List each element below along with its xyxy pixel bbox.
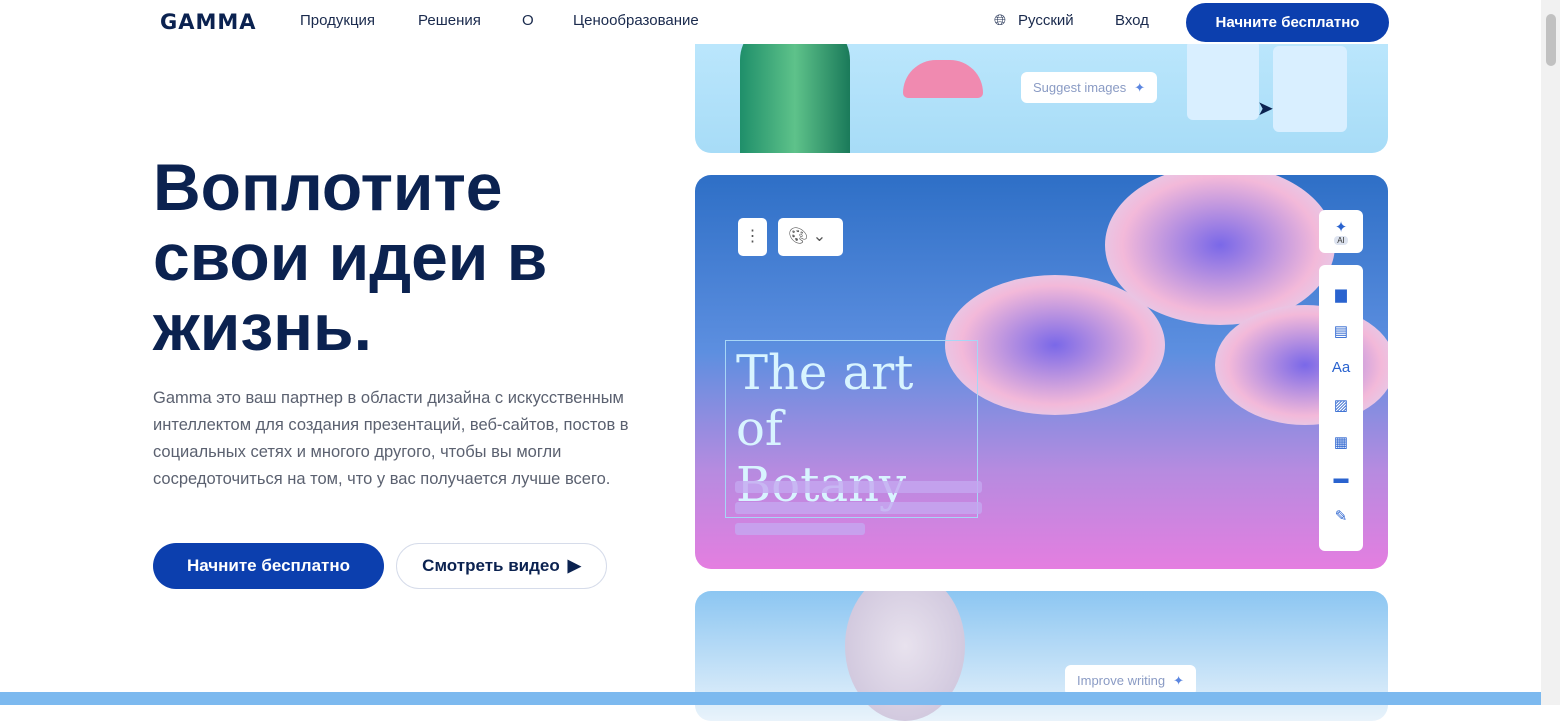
watch-video-button[interactable]: Смотреть видео ▶: [396, 543, 607, 589]
start-free-button[interactable]: Начните бесплатно: [153, 543, 384, 589]
nav-products[interactable]: Продукция: [300, 12, 375, 29]
globe-icon[interactable]: 🌐︎: [994, 12, 1006, 29]
suggest-images-button[interactable]: Suggest images ✦: [1021, 72, 1157, 103]
improve-writing-label: Improve writing: [1077, 673, 1165, 688]
hero-description: Gamma это ваш партнер в области дизайна …: [153, 385, 633, 493]
text-placeholder: [735, 502, 982, 514]
text-placeholder: [735, 523, 865, 535]
mushroom-image: [903, 60, 983, 98]
scrollbar[interactable]: [1541, 0, 1560, 705]
top-nav: GAMMA Продукция Решения О Ценообразовани…: [0, 0, 1541, 44]
sparkle-icon: ✦: [1134, 80, 1145, 96]
suggest-images-label: Suggest images: [1033, 80, 1126, 95]
ai-badge: AI: [1334, 236, 1348, 245]
image-thumbnail[interactable]: [1273, 46, 1347, 132]
edit-icon[interactable]: ✎: [1335, 497, 1348, 534]
ai-button[interactable]: ✦AI: [1319, 210, 1363, 253]
sparkle-icon: ✦: [1335, 218, 1348, 236]
image-thumbnail[interactable]: [1187, 40, 1259, 120]
scrollbar-thumb[interactable]: [1546, 14, 1556, 66]
start-free-button-nav[interactable]: Начните бесплатно: [1186, 3, 1389, 42]
play-icon: ▶: [568, 556, 581, 576]
layout-icon[interactable]: ▤: [1334, 312, 1348, 349]
bottom-banner: [0, 692, 1541, 705]
theme-palette-button[interactable]: 🎨︎ ⌄: [778, 218, 843, 256]
language-selector[interactable]: Русский: [1018, 12, 1074, 29]
more-options-icon[interactable]: ⋮: [738, 218, 767, 256]
sparkle-icon: ✦: [1173, 673, 1184, 689]
insert-toolbar: ▆ ▤ Aa ▨ ▦ ▬ ✎: [1319, 265, 1363, 551]
add-card-icon[interactable]: ▆: [1335, 275, 1347, 312]
cursor-icon: ➤: [1257, 96, 1274, 121]
preview-card-botany: ⋮ 🎨︎ ⌄ The artof Botany ✦AI ▆ ▤ Aa ▨ ▦ ▬…: [695, 175, 1388, 569]
text-placeholder: [735, 481, 982, 493]
flower-image: [1105, 175, 1335, 325]
watch-video-label: Смотреть видео: [422, 556, 560, 576]
nav-about[interactable]: О: [522, 12, 534, 29]
nav-solutions[interactable]: Решения: [418, 12, 481, 29]
text-icon[interactable]: Aa: [1332, 349, 1350, 386]
slide-title-line1: The art: [736, 345, 967, 401]
embed-icon[interactable]: ▬: [1334, 460, 1349, 497]
gamma-logo[interactable]: GAMMA: [160, 10, 257, 34]
slide-title-line2: of Botany: [736, 401, 967, 513]
video-icon[interactable]: ▦: [1334, 423, 1348, 460]
hero-title: Воплотите свои идеи в жизнь.: [153, 152, 633, 362]
login-link[interactable]: Вход: [1115, 12, 1149, 29]
image-icon[interactable]: ▨: [1334, 386, 1348, 423]
nav-pricing[interactable]: Ценообразование: [573, 12, 699, 29]
